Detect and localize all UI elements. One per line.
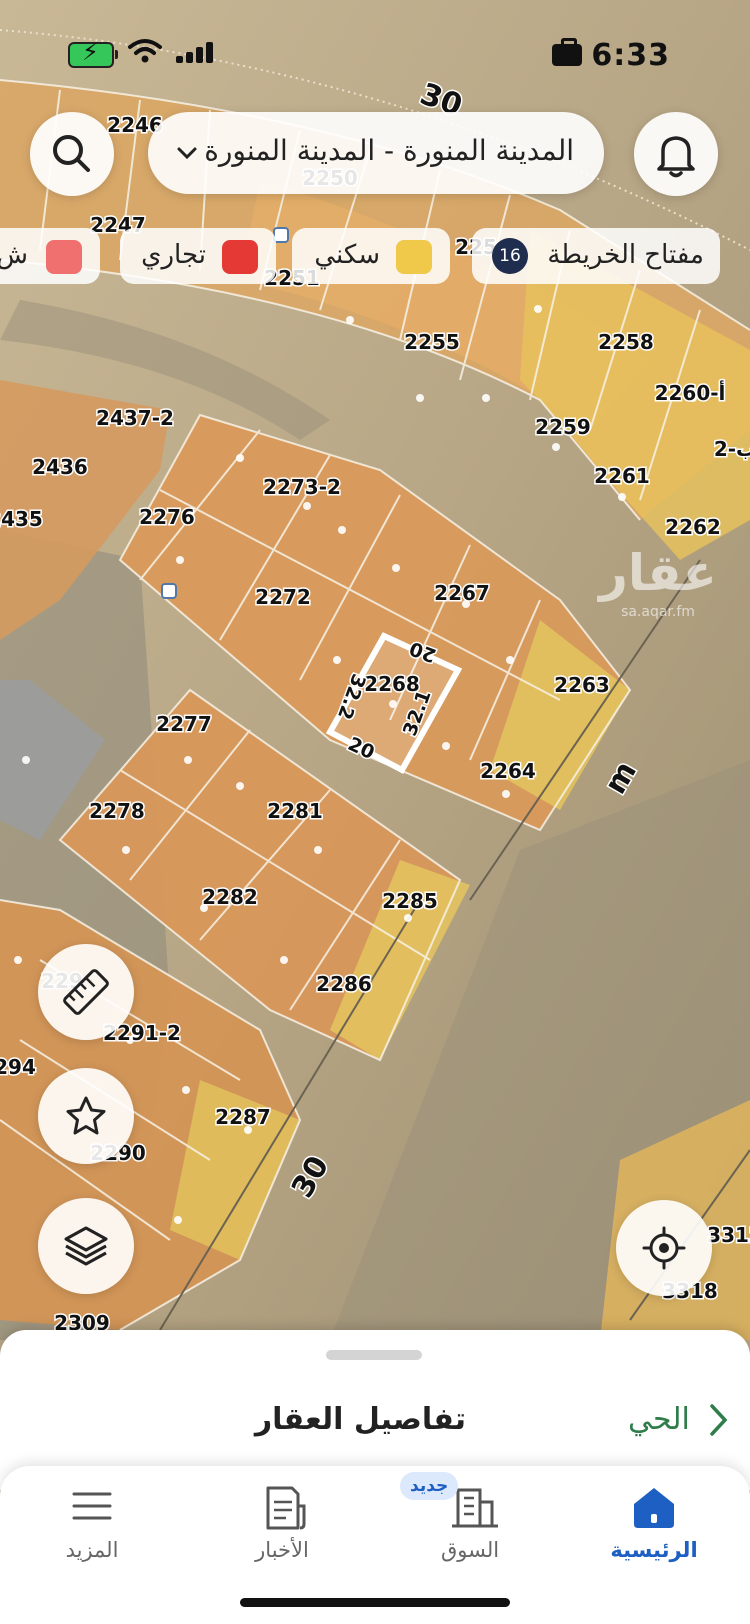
plot-label: 2260-أ: [655, 379, 726, 405]
sheet-title: تفاصيل العقار: [254, 1402, 466, 1437]
chevron-down-icon: [177, 147, 197, 160]
plot-label: 2273-2: [263, 475, 341, 499]
plot-label: 2261: [594, 464, 650, 488]
plot-label: 2281: [267, 799, 323, 823]
legend-commercial-chip[interactable]: تجاري: [120, 228, 276, 284]
home-icon: [634, 1488, 674, 1528]
plot-label: 2285: [382, 889, 438, 913]
nav-label-news: الأخبار: [255, 1538, 309, 1562]
my-location-button[interactable]: [616, 1200, 712, 1296]
plot-label: 2268: [364, 672, 420, 696]
notifications-button[interactable]: [634, 112, 718, 196]
plot-label: 2282: [202, 885, 258, 909]
charging-icon: ⚡: [82, 38, 99, 66]
plot-label: 2259: [535, 415, 591, 439]
neighborhood-link[interactable]: الحي: [628, 1402, 690, 1437]
status-bar: ⚡ 6:33: [0, 30, 750, 80]
legend-partial-chip[interactable]: ش: [0, 228, 100, 284]
watermark-url: sa.aqar.fm: [621, 604, 695, 620]
partial-swatch: [46, 240, 82, 274]
plot-label: 2436: [32, 455, 88, 479]
star-icon: [66, 1096, 106, 1135]
crosshair-icon: [642, 1226, 686, 1270]
new-badge: جديد: [400, 1472, 459, 1500]
status-time: 6:33: [591, 38, 670, 73]
legend-commercial-label: تجاري: [141, 240, 206, 270]
plot-label: 2435: [0, 507, 43, 531]
watermark-logo: عقار: [596, 544, 717, 602]
home-indicator: [240, 1598, 510, 1607]
nav-item-news[interactable]: الأخبار: [192, 1466, 372, 1586]
location-search-text: المدينة المنورة - المدينة المنورة: [204, 134, 574, 167]
commercial-swatch: [222, 240, 258, 274]
plot-label: 2263: [554, 673, 610, 697]
legend-residential-label: سكني: [314, 240, 380, 270]
plot-label: 2272: [255, 585, 311, 609]
plot-label: 2286: [316, 972, 372, 996]
ruler-icon: [63, 969, 109, 1015]
menu-icon: [72, 1492, 112, 1520]
plot-label: 2437-2: [96, 406, 174, 430]
residential-swatch: [396, 240, 432, 274]
measure-button[interactable]: [38, 944, 134, 1040]
search-button[interactable]: [30, 112, 114, 196]
cellular-signal-icon: [176, 42, 213, 63]
plot-label: 2264: [480, 759, 536, 783]
plot-label: 2258: [598, 330, 654, 354]
search-icon: [53, 135, 90, 172]
news-document-icon: [266, 1486, 306, 1530]
plot-label: 294: [0, 1055, 36, 1079]
map-key-label: مفتاح الخريطة: [547, 240, 704, 270]
plot-label: 3312: [707, 1223, 750, 1247]
plot-label: 2267: [434, 581, 490, 605]
chevron-right-icon[interactable]: [708, 1402, 730, 1438]
nav-item-home[interactable]: الرئيسية: [564, 1466, 744, 1586]
plot-label: 2276: [139, 505, 195, 529]
plot-label: 2278: [89, 799, 145, 823]
plot-label: 2277: [156, 712, 212, 736]
plot-label: 2262: [665, 515, 721, 539]
map-key-count-badge: 16: [492, 238, 528, 274]
plot-label: 2255: [404, 330, 460, 354]
legend-partial-label: ش: [0, 240, 28, 270]
nav-label-market: السوق: [440, 1538, 500, 1562]
favorites-button[interactable]: [38, 1068, 134, 1164]
bell-icon: [657, 136, 695, 178]
legend-residential-chip[interactable]: سكني: [292, 228, 450, 284]
plot-label: 2-ب: [714, 437, 750, 461]
wifi-icon: [128, 39, 162, 63]
map-marker-icon: [161, 583, 177, 599]
briefcase-icon: [552, 38, 582, 66]
location-search-field[interactable]: المدينة المنورة - المدينة المنورة: [148, 112, 604, 194]
nav-label-home: الرئيسية: [610, 1538, 698, 1562]
nav-item-more[interactable]: المزيد: [2, 1466, 182, 1586]
sheet-drag-handle[interactable]: [326, 1350, 422, 1360]
map-key-chip[interactable]: مفتاح الخريطة 16: [472, 228, 720, 284]
map-layers-button[interactable]: [38, 1198, 134, 1294]
plot-label: 2287: [215, 1105, 271, 1129]
layers-icon: [64, 1226, 108, 1266]
map-marker-icon: [273, 227, 289, 243]
nav-label-more: المزيد: [65, 1538, 119, 1562]
